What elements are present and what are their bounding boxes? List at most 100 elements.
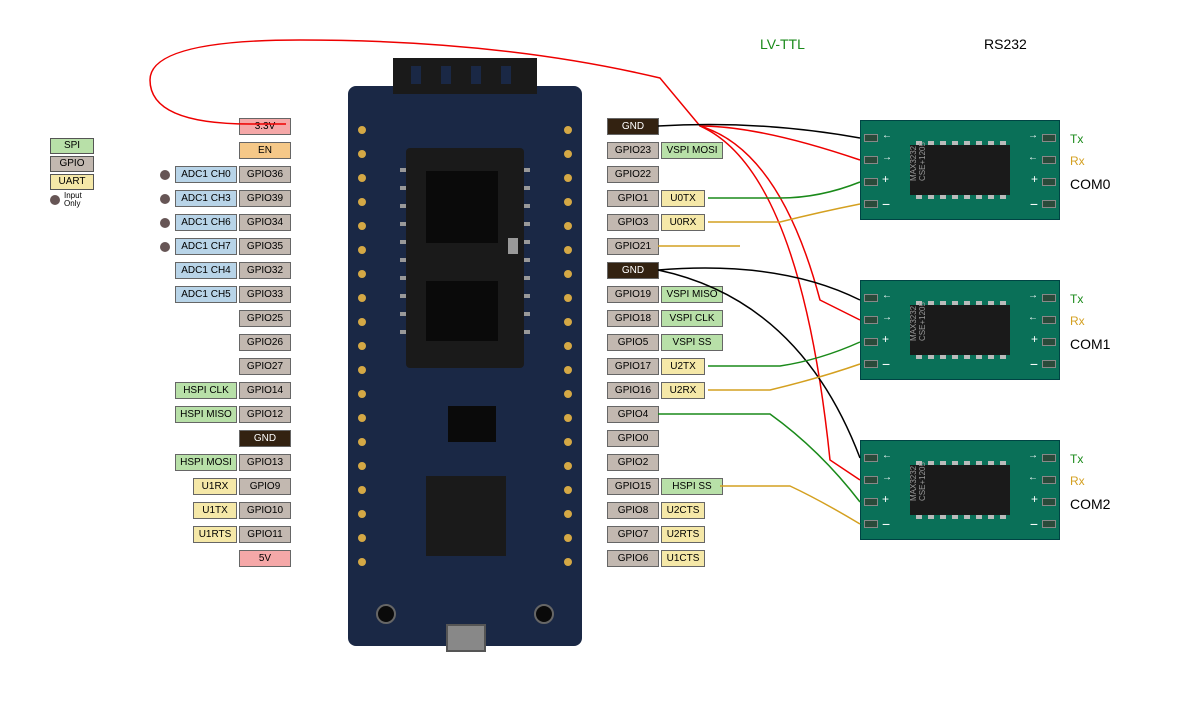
pin-label-u2rx: U2RX (661, 382, 705, 399)
pin-row: HSPI MOSIGPIO13 (173, 452, 291, 473)
legend-input-only: Input Only (64, 192, 82, 208)
chip-leg (988, 301, 994, 305)
pin-label-gnd: GND (607, 262, 659, 279)
pin-label-gpio12: GPIO12 (239, 406, 291, 423)
converter-pad (1042, 338, 1056, 346)
chip-leg (952, 515, 958, 519)
boot-button (376, 604, 396, 624)
left-pin-column: 3.3VENADC1 CH0GPIO36ADC1 CH3GPIO39ADC1 C… (160, 116, 291, 572)
pin-hole (358, 198, 366, 206)
pin-label-gpio19: GPIO19 (607, 286, 659, 303)
pin-row: GPIO23VSPI MOSI (605, 140, 723, 161)
pin-row: ADC1 CH5GPIO33 (173, 284, 291, 305)
pin-row: GPIO3U0RX (605, 212, 723, 233)
pin-hole (358, 246, 366, 254)
pin-label-u2rts: U2RTS (661, 526, 705, 543)
chip-leg (1000, 195, 1006, 199)
pin-label-gpio4: GPIO4 (607, 406, 659, 423)
pin-label-vspi-ss: VSPI SS (661, 334, 723, 351)
module-pin (524, 204, 530, 208)
pin-hole (358, 342, 366, 350)
pin-label-adc1-ch6: ADC1 CH6 (175, 214, 237, 231)
pin-label-u2cts: U2CTS (661, 502, 705, 519)
pin-hole (564, 366, 572, 374)
tx-label: Tx (1070, 292, 1083, 306)
module-pin (524, 294, 530, 298)
rx-label: Rx (1070, 154, 1085, 168)
chip-leg (988, 515, 994, 519)
pin-label-gnd: GND (607, 118, 659, 135)
pin-hole (358, 150, 366, 158)
converter-pad (1042, 520, 1056, 528)
pin-row: ADC1 CH7GPIO35 (160, 236, 291, 257)
module-pin (400, 276, 406, 280)
pin-label-u1cts: U1CTS (661, 550, 705, 567)
minus-icon: − (882, 196, 890, 212)
converter-pad (864, 156, 878, 164)
module-pin (400, 204, 406, 208)
pin-row: GPIO8U2CTS (605, 500, 723, 521)
pin-label-gnd: GND (239, 430, 291, 447)
pin-hole (564, 174, 572, 182)
wire-u2tx (708, 342, 860, 366)
module-pin (524, 312, 530, 316)
arrow-icon: → (1028, 130, 1038, 141)
converter-pad (864, 476, 878, 484)
pin-hole (358, 414, 366, 422)
pin-row: GPIO21 (605, 236, 723, 257)
wire-gpio15 (720, 486, 860, 524)
module-pin (400, 168, 406, 172)
module-pin (400, 258, 406, 262)
pin-row: 3.3V (237, 116, 291, 137)
pin-label-gpio32: GPIO32 (239, 262, 291, 279)
chip-leg (928, 301, 934, 305)
pin-label-hspi-mosi: HSPI MOSI (175, 454, 237, 471)
converter-pad (1042, 476, 1056, 484)
regulator (448, 406, 496, 442)
chip-leg (964, 301, 970, 305)
chip-leg (916, 355, 922, 359)
chip-leg (988, 195, 994, 199)
pin-row: GPIO26 (237, 332, 291, 353)
arrow-icon: → (1028, 450, 1038, 461)
pin-row: HSPI CLKGPIO14 (173, 380, 291, 401)
pin-label-u1tx: U1TX (193, 502, 237, 519)
converter-pad (1042, 178, 1056, 186)
pin-label-gpio13: GPIO13 (239, 454, 291, 471)
usb-serial-chip (426, 476, 506, 556)
tx-label: Tx (1070, 452, 1083, 466)
pin-hole (358, 390, 366, 398)
rx-label: Rx (1070, 474, 1085, 488)
chip-leg (952, 461, 958, 465)
pin-row: U1RXGPIO9 (191, 476, 291, 497)
legend-input-only-dot (50, 195, 60, 205)
module-pin (400, 240, 406, 244)
pin-hole (564, 222, 572, 230)
chip-leg (952, 195, 958, 199)
pin-label-u0tx: U0TX (661, 190, 705, 207)
wire-vcc-1 (700, 126, 860, 320)
chip-leg (940, 301, 946, 305)
converter-chip-label: MAX3232 CSE+1205 (909, 461, 927, 501)
pin-label-adc1-ch7: ADC1 CH7 (175, 238, 237, 255)
pin-hole (564, 390, 572, 398)
chip-leg (976, 461, 982, 465)
pin-label-gpio0: GPIO0 (607, 430, 659, 447)
pin-label-gpio27: GPIO27 (239, 358, 291, 375)
pin-hole (358, 126, 366, 134)
pin-hole (564, 438, 572, 446)
pin-label-gpio26: GPIO26 (239, 334, 291, 351)
chip-leg (964, 461, 970, 465)
pin-label-gpio2: GPIO2 (607, 454, 659, 471)
chip-leg (928, 355, 934, 359)
converter-pad (864, 338, 878, 346)
pin-row: GPIO2 (605, 452, 723, 473)
pin-row: GPIO17U2TX (605, 356, 723, 377)
arrow-icon: ← (882, 290, 892, 301)
pin-hole (358, 510, 366, 518)
chip-leg (1000, 141, 1006, 145)
pin-hole (358, 222, 366, 230)
module-pin (524, 186, 530, 190)
chip-leg (928, 195, 934, 199)
pin-row: GND (605, 116, 723, 137)
